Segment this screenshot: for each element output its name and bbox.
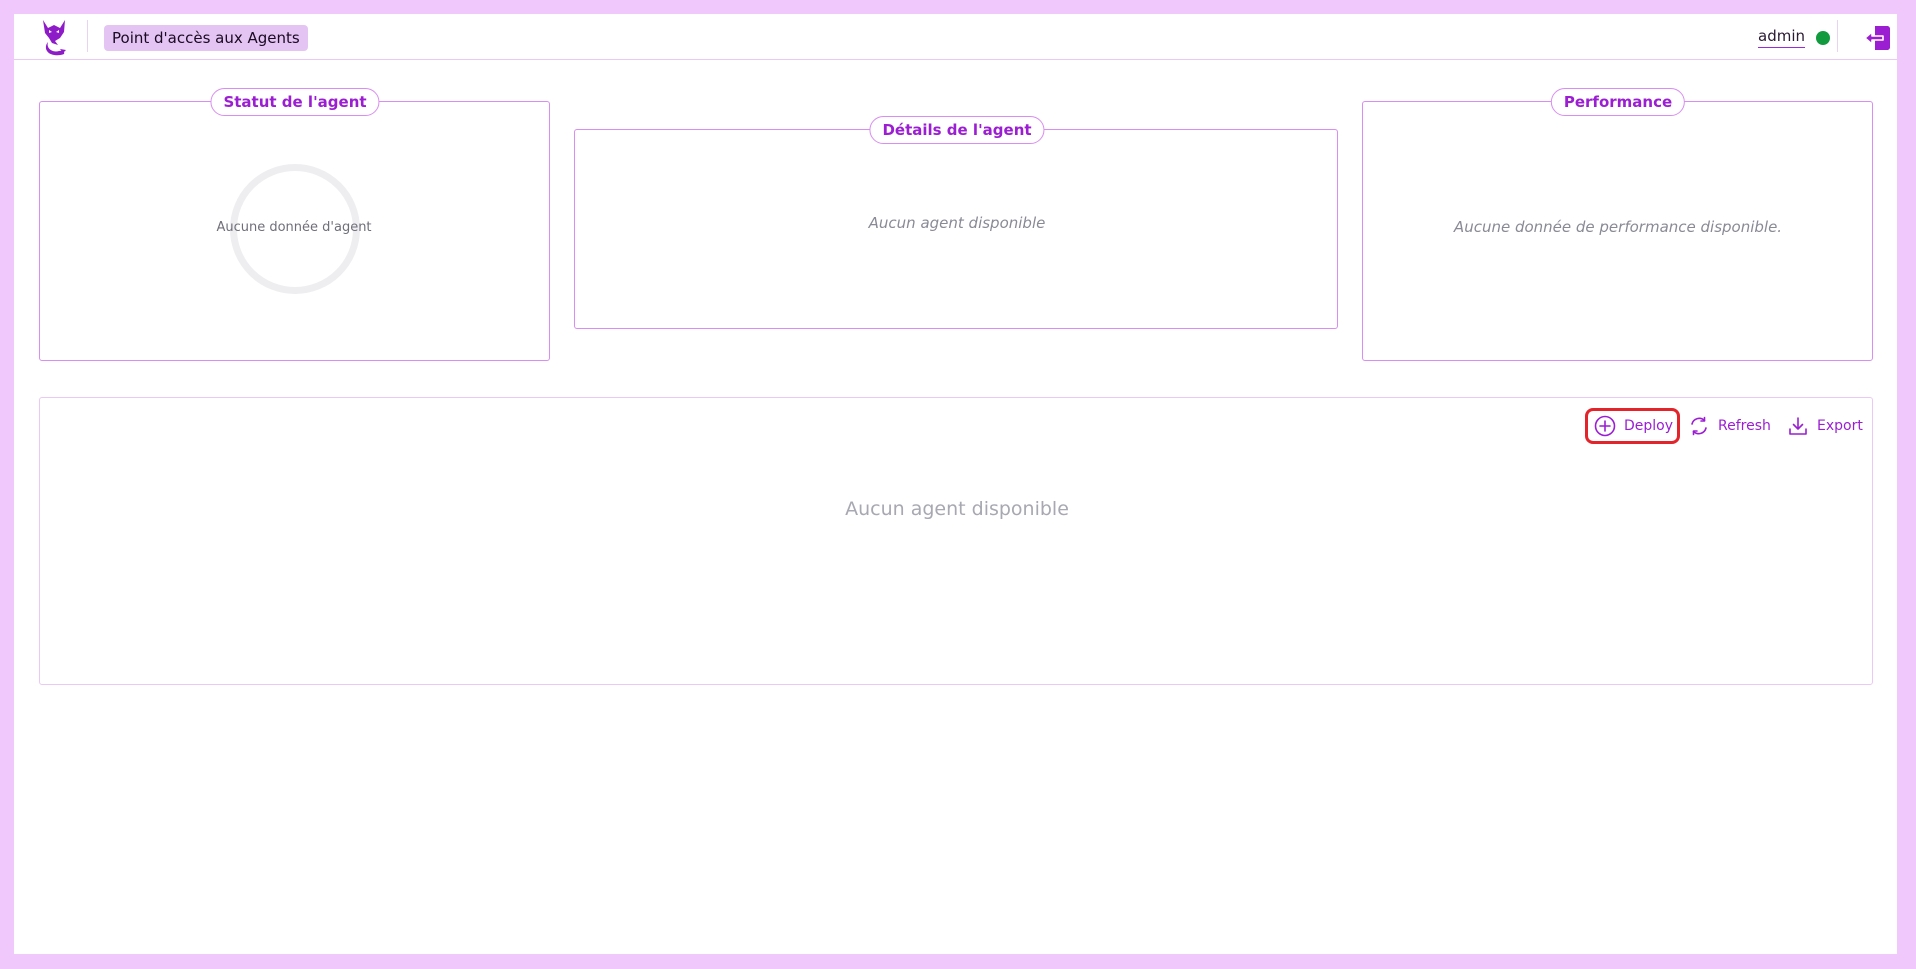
status-ring-label: Aucune donnée d'agent xyxy=(216,220,372,235)
refresh-button[interactable]: Refresh xyxy=(1682,408,1777,444)
refresh-icon xyxy=(1691,416,1707,436)
deploy-button-label: Deploy xyxy=(1624,418,1674,434)
agents-panel: Deploy Refresh Export Aucun agent dispon… xyxy=(39,397,1873,685)
fox-logo-icon[interactable] xyxy=(36,16,72,56)
deploy-button[interactable]: Deploy xyxy=(1585,408,1680,444)
agent-details-card: Détails de l'agent Aucun agent disponibl… xyxy=(574,116,1338,329)
performance-title: Performance xyxy=(1550,88,1686,116)
agent-details-empty: Aucun agent disponible xyxy=(868,214,1046,232)
export-button-label: Export xyxy=(1817,418,1863,434)
export-button[interactable]: Export xyxy=(1781,408,1869,444)
performance-empty: Aucune donnée de performance disponible. xyxy=(1453,218,1783,236)
top-bar: Point d'accès aux Agents admin xyxy=(14,14,1897,60)
logout-icon[interactable] xyxy=(1862,23,1892,53)
user-name[interactable]: admin xyxy=(1758,26,1805,48)
agent-status-card: Statut de l'agent Aucune donnée d'agent xyxy=(39,88,550,361)
nav-item-agent-access[interactable]: Point d'accès aux Agents xyxy=(104,25,308,51)
agents-empty-message: Aucun agent disponible xyxy=(845,498,1069,520)
agent-details-title: Détails de l'agent xyxy=(869,116,1045,144)
app-window: Point d'accès aux Agents admin Statut de… xyxy=(14,14,1897,954)
performance-card: Performance Aucune donnée de performance… xyxy=(1362,88,1873,361)
agent-status-title: Statut de l'agent xyxy=(210,88,380,116)
download-icon xyxy=(1789,417,1807,435)
header-divider-right xyxy=(1837,20,1838,52)
header-divider xyxy=(87,20,88,52)
refresh-button-label: Refresh xyxy=(1718,418,1771,434)
plus-circle-icon xyxy=(1594,415,1616,437)
online-status-indicator xyxy=(1816,31,1830,45)
